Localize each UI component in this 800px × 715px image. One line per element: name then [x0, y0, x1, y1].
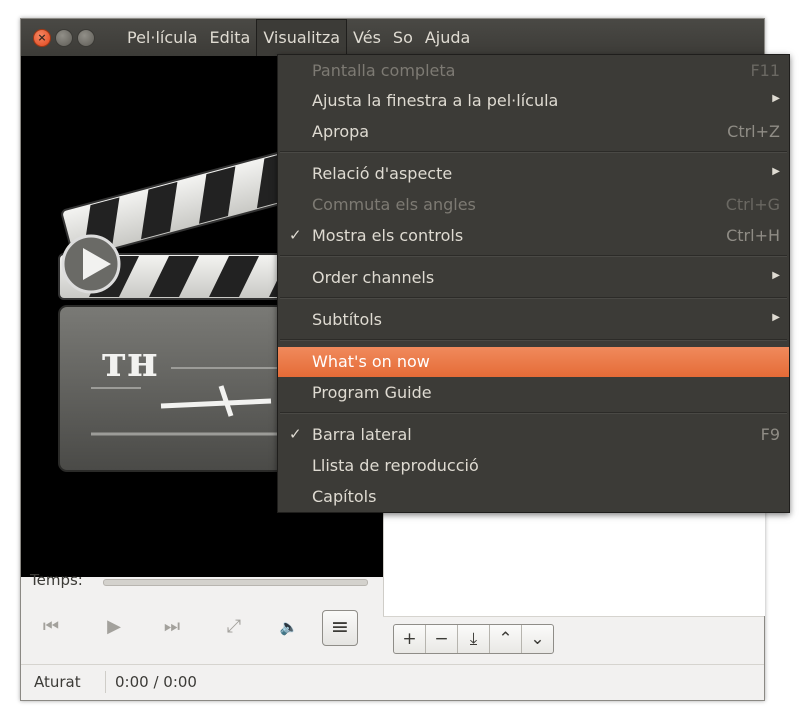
svg-text:ᴛʜ: ᴛʜ: [101, 337, 158, 386]
menu-item-label: Relació d'aspecte: [312, 164, 453, 183]
check-icon: ✓: [289, 425, 302, 443]
menu-item-program-guide[interactable]: Program Guide: [278, 378, 789, 408]
skip-forward-icon[interactable]: ⏭: [154, 609, 190, 645]
shortcut-label: Ctrl+G: [725, 195, 780, 214]
minimize-window-button[interactable]: [55, 29, 73, 47]
remove-button[interactable]: −: [426, 625, 458, 653]
submenu-arrow-icon: ▶: [772, 93, 780, 104]
submenu-arrow-icon: ▶: [772, 312, 780, 323]
menu-item-order-channels[interactable]: Order channels ▶: [278, 263, 789, 293]
title-bar: × Pel·lícula Edita Visualitza Vés So Aju…: [21, 19, 764, 56]
menu-visualitza[interactable]: Visualitza: [256, 19, 348, 56]
menu-item-llista-reproduccio[interactable]: Llista de reproducció: [278, 451, 789, 481]
menu-item-barra-lateral[interactable]: ✓ Barra lateral F9: [278, 420, 789, 450]
play-icon[interactable]: ▶: [96, 609, 132, 645]
maximize-window-button[interactable]: [77, 29, 95, 47]
close-icon: ×: [37, 31, 47, 44]
menu-item-label: Barra lateral: [312, 425, 412, 444]
shortcut-label: F11: [750, 61, 780, 80]
menu-item-label: Subtítols: [312, 310, 383, 329]
menu-separator: [280, 151, 787, 153]
menu-item-label: Order channels: [312, 268, 435, 287]
move-up-button[interactable]: ⌃: [490, 625, 522, 653]
menu-item-commuta-angles[interactable]: Commuta els angles Ctrl+G: [278, 190, 789, 220]
menu-item-apropa[interactable]: Apropa Ctrl+Z: [278, 117, 789, 147]
add-button[interactable]: +: [394, 625, 426, 653]
menu-separator: [280, 297, 787, 299]
playback-status: Aturat: [34, 673, 81, 691]
shortcut-label: Ctrl+Z: [727, 122, 780, 141]
menu-item-label: Llista de reproducció: [312, 456, 479, 475]
menu-item-mostra-controls[interactable]: ✓ Mostra els controls Ctrl+H: [278, 221, 789, 251]
shortcut-label: F9: [760, 425, 780, 444]
save-playlist-button[interactable]: ⤓: [458, 625, 490, 653]
menu-bar: Pel·lícula Edita Visualitza Vés So Ajuda: [121, 19, 476, 56]
shortcut-label: Ctrl+H: [726, 226, 780, 245]
submenu-arrow-icon: ▶: [772, 166, 780, 177]
menu-item-capitols[interactable]: Capítols: [278, 482, 789, 512]
seek-bar[interactable]: [103, 579, 368, 586]
playback-controls: ⏮ ▶ ⏭ ⤢ 🔈 ≡: [21, 609, 383, 649]
sidebar-toggle-button[interactable]: ≡: [322, 610, 358, 646]
check-icon: ✓: [289, 226, 302, 244]
menu-so[interactable]: So: [387, 19, 419, 56]
menu-icon: ≡: [330, 615, 350, 640]
menu-ves[interactable]: Vés: [347, 19, 387, 56]
status-divider: [105, 671, 106, 693]
menu-item-ajusta-finestra[interactable]: Ajusta la finestra a la pel·lícula ▶: [278, 86, 789, 116]
menu-separator: [280, 255, 787, 257]
menu-edita[interactable]: Edita: [204, 19, 257, 56]
menu-item-label: Mostra els controls: [312, 226, 464, 245]
fullscreen-icon[interactable]: ⤢: [216, 609, 252, 645]
time-label: Temps:: [30, 571, 83, 589]
menu-item-label: Apropa: [312, 122, 370, 141]
close-window-button[interactable]: ×: [33, 29, 51, 47]
move-down-button[interactable]: ⌄: [522, 625, 553, 653]
playlist-toolbar: + − ⤓ ⌃ ⌄: [383, 616, 764, 659]
view-menu-dropdown: Pantalla completa F11 Ajusta la finestra…: [277, 54, 790, 513]
menu-pellicula[interactable]: Pel·lícula: [121, 19, 204, 56]
menu-item-label: What's on now: [312, 352, 430, 371]
menu-item-label: Capítols: [312, 487, 377, 506]
skip-back-icon[interactable]: ⏮: [33, 609, 69, 645]
menu-item-whats-on-now[interactable]: What's on now: [278, 347, 789, 377]
submenu-arrow-icon: ▶: [772, 270, 780, 281]
volume-muted-icon[interactable]: 🔈: [271, 609, 307, 645]
menu-item-label: Program Guide: [312, 383, 432, 402]
status-bar: Aturat 0:00 / 0:00: [21, 664, 764, 701]
menu-item-subtitols[interactable]: Subtítols ▶: [278, 305, 789, 335]
playback-time: 0:00 / 0:00: [115, 673, 197, 691]
menu-item-label: Pantalla completa: [312, 61, 456, 80]
menu-separator: [280, 339, 787, 341]
menu-item-label: Commuta els angles: [312, 195, 476, 214]
playlist-buttons: + − ⤓ ⌃ ⌄: [393, 624, 554, 654]
menu-separator: [280, 412, 787, 414]
menu-item-pantalla-completa[interactable]: Pantalla completa F11: [278, 56, 789, 86]
menu-item-label: Ajusta la finestra a la pel·lícula: [312, 91, 559, 110]
menu-item-relacio-aspecte[interactable]: Relació d'aspecte ▶: [278, 159, 789, 189]
menu-ajuda[interactable]: Ajuda: [419, 19, 477, 56]
